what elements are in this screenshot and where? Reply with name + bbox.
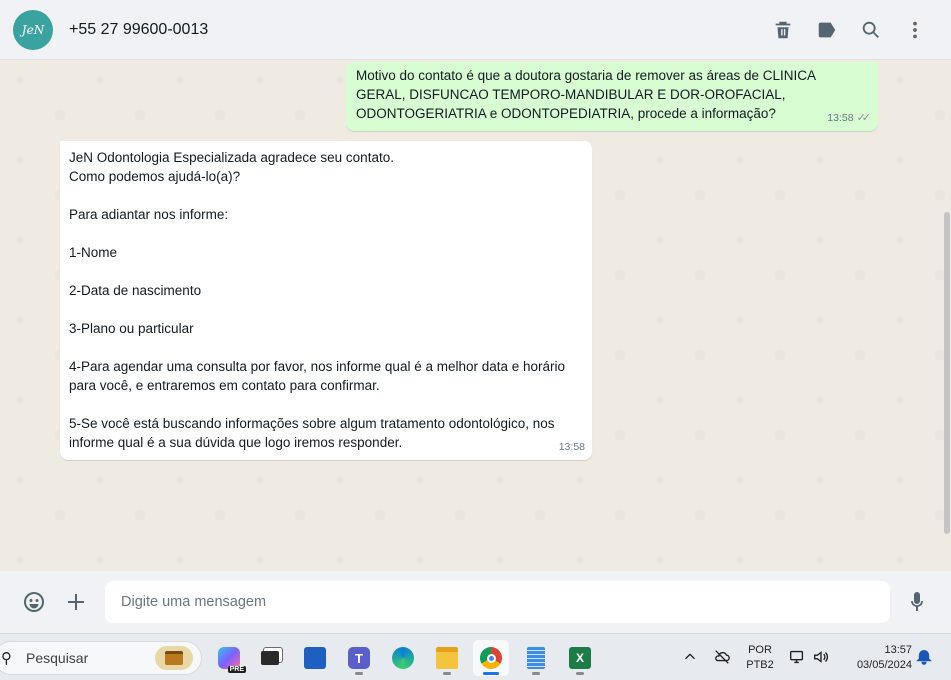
taskbar-search[interactable]: ⚲ Pesquisar (0, 641, 202, 675)
menu-icon[interactable] (893, 8, 937, 52)
language-code: POR (748, 644, 772, 656)
label-icon[interactable] (805, 8, 849, 52)
incoming-message[interactable]: JeN Odontologia Especializada agradece s… (60, 141, 592, 460)
taskbar-notepad[interactable] (518, 640, 554, 676)
input-language[interactable]: POR PTB2 (744, 643, 776, 673)
chevron-up-icon[interactable] (680, 647, 700, 667)
chat-panel[interactable]: Motivo do contato é que a doutora gostar… (0, 60, 951, 571)
windows-taskbar: ⚲ Pesquisar PRE T X POR PTB2 13:57 03/05… (0, 633, 951, 680)
taskbar-edge[interactable] (385, 640, 421, 676)
message-composer (0, 571, 951, 633)
notepad-icon (527, 647, 545, 669)
edge-icon (392, 647, 414, 669)
message-text: Motivo do contato é que a doutora gostar… (356, 68, 820, 121)
taskbar-clock[interactable]: 13:57 03/05/2024 (842, 643, 912, 673)
taskbar-file-explorer[interactable] (429, 640, 465, 676)
header-actions (761, 0, 951, 60)
excel-icon: X (569, 647, 591, 669)
message-time: 13:58 (558, 441, 585, 453)
delete-icon[interactable] (761, 8, 805, 52)
teams-icon: T (348, 647, 370, 669)
taskbar-store[interactable] (297, 640, 333, 676)
search-icon: ⚲ (1, 650, 12, 667)
taskbar-excel[interactable]: X (562, 640, 598, 676)
attach-plus-icon[interactable] (56, 582, 96, 622)
running-indicator (532, 672, 540, 675)
emoji-icon[interactable] (14, 582, 54, 622)
search-icon[interactable] (849, 8, 893, 52)
keyboard-layout: PTB2 (746, 659, 774, 671)
contact-name[interactable]: +55 27 99600-0013 (69, 21, 208, 39)
taskbar-copilot[interactable]: PRE (211, 640, 247, 676)
running-indicator (576, 672, 584, 675)
clock-time: 13:57 (884, 644, 912, 656)
task-view-icon (261, 651, 279, 665)
read-ticks-icon: ✓✓ (856, 112, 872, 124)
message-meta: 13:58 ✓✓ (827, 109, 871, 128)
store-icon (304, 647, 326, 669)
outgoing-message[interactable]: Motivo do contato é que a doutora gostar… (346, 62, 878, 131)
onedrive-offline-icon[interactable] (712, 647, 732, 667)
copilot-pre-badge: PRE (227, 666, 246, 673)
contact-avatar[interactable]: JeN (13, 9, 53, 50)
folder-icon (436, 647, 458, 669)
clock-date: 03/05/2024 (856, 659, 912, 671)
taskbar-chrome[interactable] (473, 640, 509, 676)
taskbar-task-view[interactable] (252, 640, 288, 676)
running-indicator (355, 672, 363, 675)
running-indicator (443, 672, 451, 675)
running-indicator (483, 672, 499, 675)
taskbar-search-label: Pesquisar (26, 650, 89, 666)
message-text: JeN Odontologia Especializada agradece s… (69, 150, 566, 450)
volume-icon[interactable] (811, 647, 831, 667)
network-icon[interactable] (787, 647, 807, 667)
notification-bell-icon[interactable] (914, 647, 934, 667)
message-input[interactable] (105, 581, 890, 623)
briefcase-icon (155, 646, 193, 670)
microphone-icon[interactable] (897, 582, 937, 622)
message-meta: 13:58 (559, 438, 585, 457)
chat-header: JeN +55 27 99600-0013 (0, 0, 951, 60)
avatar-logo-text: JeN (21, 22, 45, 37)
message-time: 13:58 (827, 112, 854, 124)
taskbar-teams[interactable]: T (341, 640, 377, 676)
chat-scrollbar[interactable] (944, 212, 950, 534)
chrome-icon (480, 647, 502, 669)
